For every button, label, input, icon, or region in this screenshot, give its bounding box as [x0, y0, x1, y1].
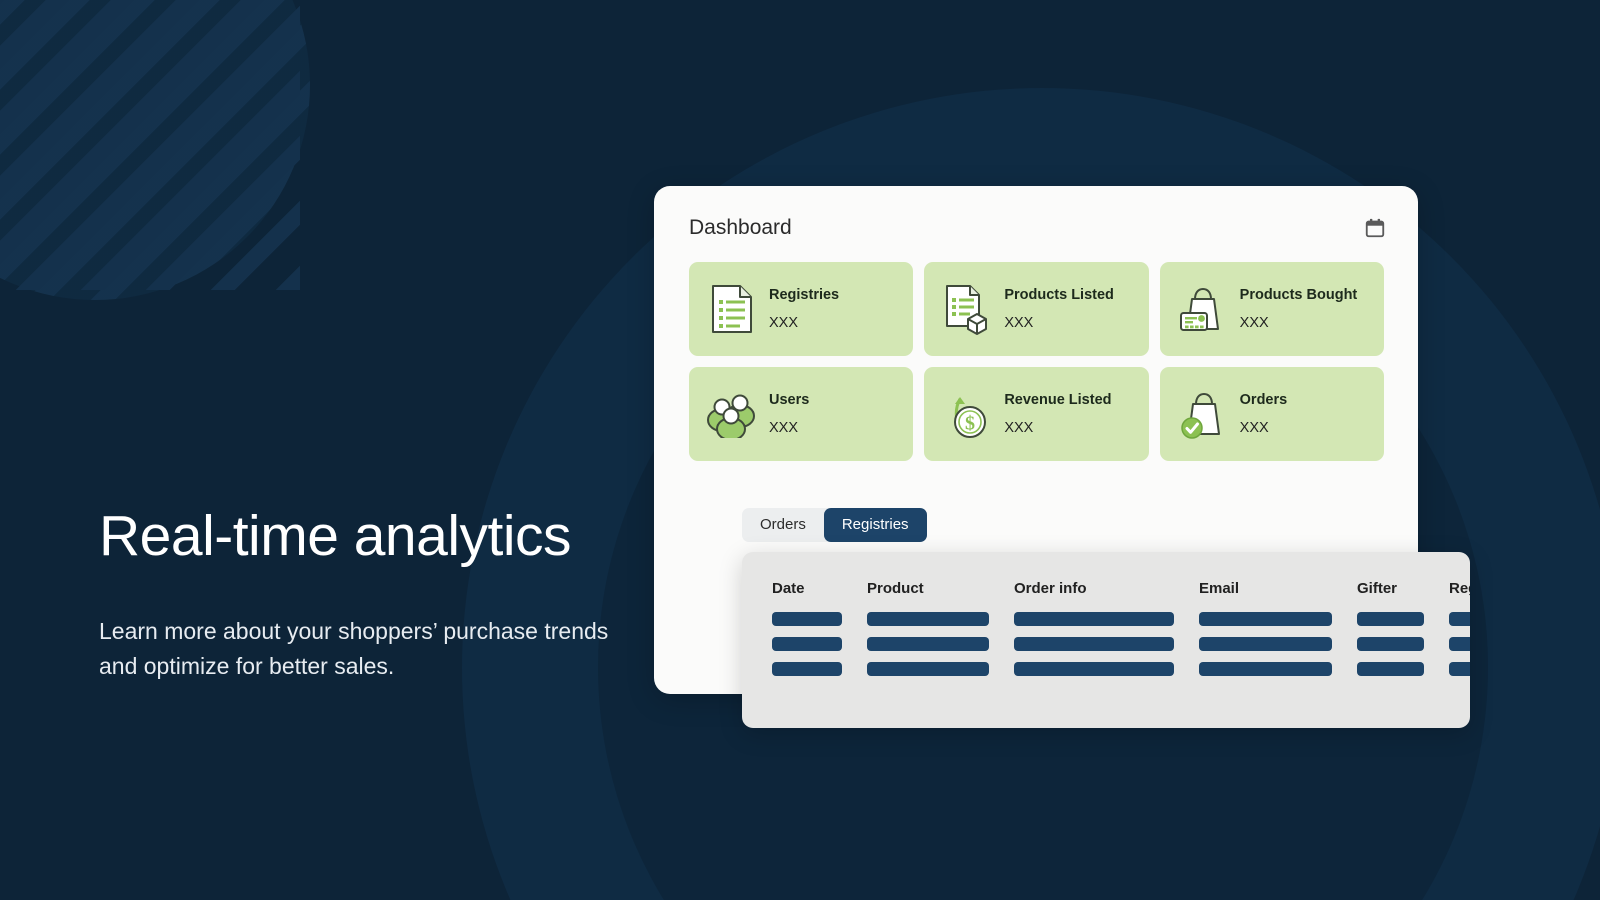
- stat-label: Registries: [769, 287, 840, 304]
- cell-placeholder-bar: [867, 637, 989, 651]
- stat-card-users[interactable]: Users XXX: [689, 367, 914, 461]
- column-header-order-info: Order info: [1014, 580, 1087, 597]
- tab-orders[interactable]: Orders: [742, 508, 824, 542]
- cell-placeholder-bar: [1449, 612, 1470, 626]
- calendar-icon[interactable]: [1364, 217, 1386, 239]
- tab-registries[interactable]: Registries: [823, 508, 927, 542]
- slide-root: Real-time analytics Learn more about you…: [0, 0, 1600, 900]
- data-table: Date Product Order info Email Gifter Reg…: [772, 580, 1470, 687]
- stat-card-products-listed[interactable]: Products Listed XXX: [924, 262, 1149, 356]
- stat-value: XXX: [769, 420, 799, 437]
- page-subtitle: Learn more about your shoppers’ purchase…: [99, 617, 609, 680]
- dashboard-title: Dashboard: [689, 216, 792, 239]
- stat-label: Revenue Listed: [1004, 392, 1112, 409]
- stat-label: Users: [769, 392, 810, 409]
- stat-value: XXX: [1004, 420, 1034, 437]
- document-box-icon: [938, 280, 996, 338]
- tab-group: Orders Registries: [742, 508, 927, 542]
- cell-placeholder-bar: [1357, 637, 1424, 651]
- cell-placeholder-bar: [1014, 612, 1174, 626]
- stat-value: XXX: [1239, 315, 1269, 332]
- table-row[interactable]: [772, 662, 1470, 676]
- stat-label: Orders: [1239, 392, 1288, 409]
- column-header-gifter: Gifter: [1357, 580, 1398, 597]
- stat-value: XXX: [769, 315, 799, 332]
- cell-placeholder-bar: [1449, 637, 1470, 651]
- page-title: Real-time analytics: [99, 504, 572, 568]
- table-header-row: Date Product Order info Email Gifter Reg…: [772, 580, 1470, 597]
- column-header-registry: Registry: [1449, 580, 1470, 597]
- document-list-icon: [703, 280, 761, 338]
- cell-placeholder-bar: [1357, 662, 1424, 676]
- bag-check-icon: [1174, 385, 1232, 443]
- table-row[interactable]: [772, 612, 1470, 626]
- cell-placeholder-bar: [867, 662, 989, 676]
- coin-arrow-up-icon: $: [938, 385, 996, 443]
- cell-placeholder-bar: [1014, 637, 1174, 651]
- stat-card-registries[interactable]: Registries XXX: [689, 262, 914, 356]
- column-header-product: Product: [867, 580, 924, 597]
- stat-card-revenue-listed[interactable]: $ Revenue Listed XXX: [924, 367, 1149, 461]
- dashboard-header: Dashboard: [689, 216, 1386, 240]
- cell-placeholder-bar: [1357, 612, 1424, 626]
- stat-card-grid: Registries XXX Products Listed XXX Produ…: [689, 262, 1384, 461]
- users-icon: [703, 385, 761, 443]
- cell-placeholder-bar: [1199, 662, 1332, 676]
- data-table-panel: Date Product Order info Email Gifter Reg…: [742, 552, 1470, 728]
- cell-placeholder-bar: [772, 662, 842, 676]
- stat-card-products-bought[interactable]: Products Bought XXX: [1159, 262, 1384, 356]
- svg-text:$: $: [965, 413, 975, 435]
- column-header-email: Email: [1199, 580, 1240, 597]
- table-row[interactable]: [772, 637, 1470, 651]
- hero-text-block: Real-time analytics Learn more about you…: [99, 505, 659, 685]
- cell-placeholder-bar: [772, 612, 842, 626]
- bag-card-icon: [1174, 280, 1232, 338]
- stat-value: XXX: [1004, 315, 1034, 332]
- column-header-date: Date: [772, 580, 805, 597]
- cell-placeholder-bar: [1199, 637, 1332, 651]
- cell-placeholder-bar: [1199, 612, 1332, 626]
- background-stripes-corner: [0, 0, 300, 290]
- stat-card-orders[interactable]: Orders XXX: [1159, 367, 1384, 461]
- cell-placeholder-bar: [1014, 662, 1174, 676]
- cell-placeholder-bar: [1449, 662, 1470, 676]
- stat-label: Products Bought: [1239, 287, 1358, 304]
- cell-placeholder-bar: [867, 612, 989, 626]
- stat-value: XXX: [1239, 420, 1269, 437]
- cell-placeholder-bar: [772, 637, 842, 651]
- stat-label: Products Listed: [1004, 287, 1114, 304]
